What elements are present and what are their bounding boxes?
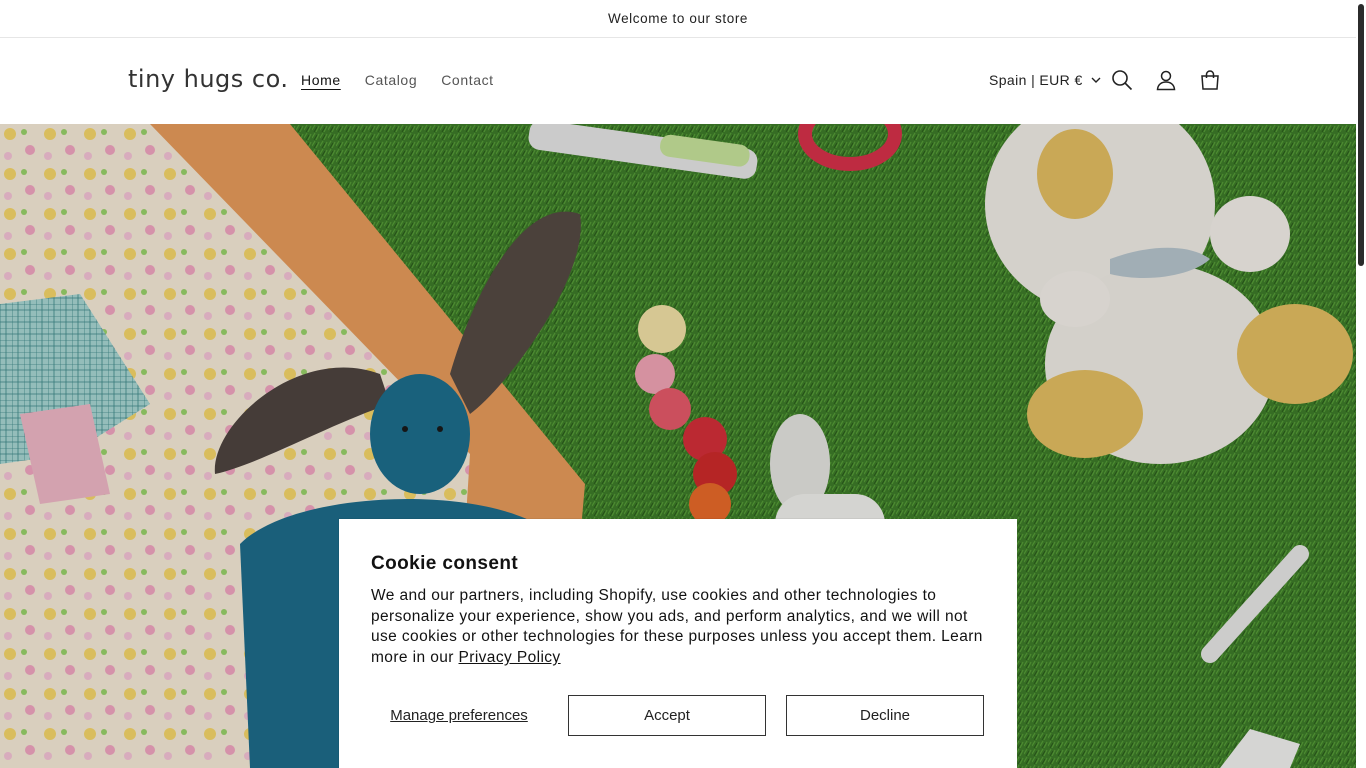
privacy-policy-link[interactable]: Privacy Policy <box>459 649 561 666</box>
manage-preferences-button[interactable]: Manage preferences <box>371 695 547 736</box>
chevron-down-icon <box>1091 77 1101 83</box>
account-icon[interactable] <box>1155 69 1177 91</box>
scrollbar-thumb[interactable] <box>1358 4 1364 266</box>
country-label: Spain | EUR € <box>989 72 1083 88</box>
search-icon[interactable] <box>1111 69 1133 91</box>
cookie-body: We and our partners, including Shopify, … <box>371 586 991 669</box>
nav-home[interactable]: Home <box>301 72 341 88</box>
store-logo[interactable]: tiny hugs co. <box>128 65 289 93</box>
country-currency-selector[interactable]: Spain | EUR € <box>989 72 1101 88</box>
nav-contact[interactable]: Contact <box>441 72 493 88</box>
accept-button[interactable]: Accept <box>568 695 766 736</box>
announcement-bar: Welcome to our store <box>0 0 1356 38</box>
site-header: tiny hugs co. Home Catalog Contact Spain… <box>0 39 1356 124</box>
announcement-text: Welcome to our store <box>607 11 749 26</box>
decline-button[interactable]: Decline <box>786 695 984 736</box>
cart-icon[interactable] <box>1199 69 1221 91</box>
cookie-consent-banner: Cookie consent We and our partners, incl… <box>339 519 1017 768</box>
main-nav: Home Catalog Contact <box>301 72 518 88</box>
nav-catalog[interactable]: Catalog <box>365 72 417 88</box>
cookie-title: Cookie consent <box>371 553 519 574</box>
